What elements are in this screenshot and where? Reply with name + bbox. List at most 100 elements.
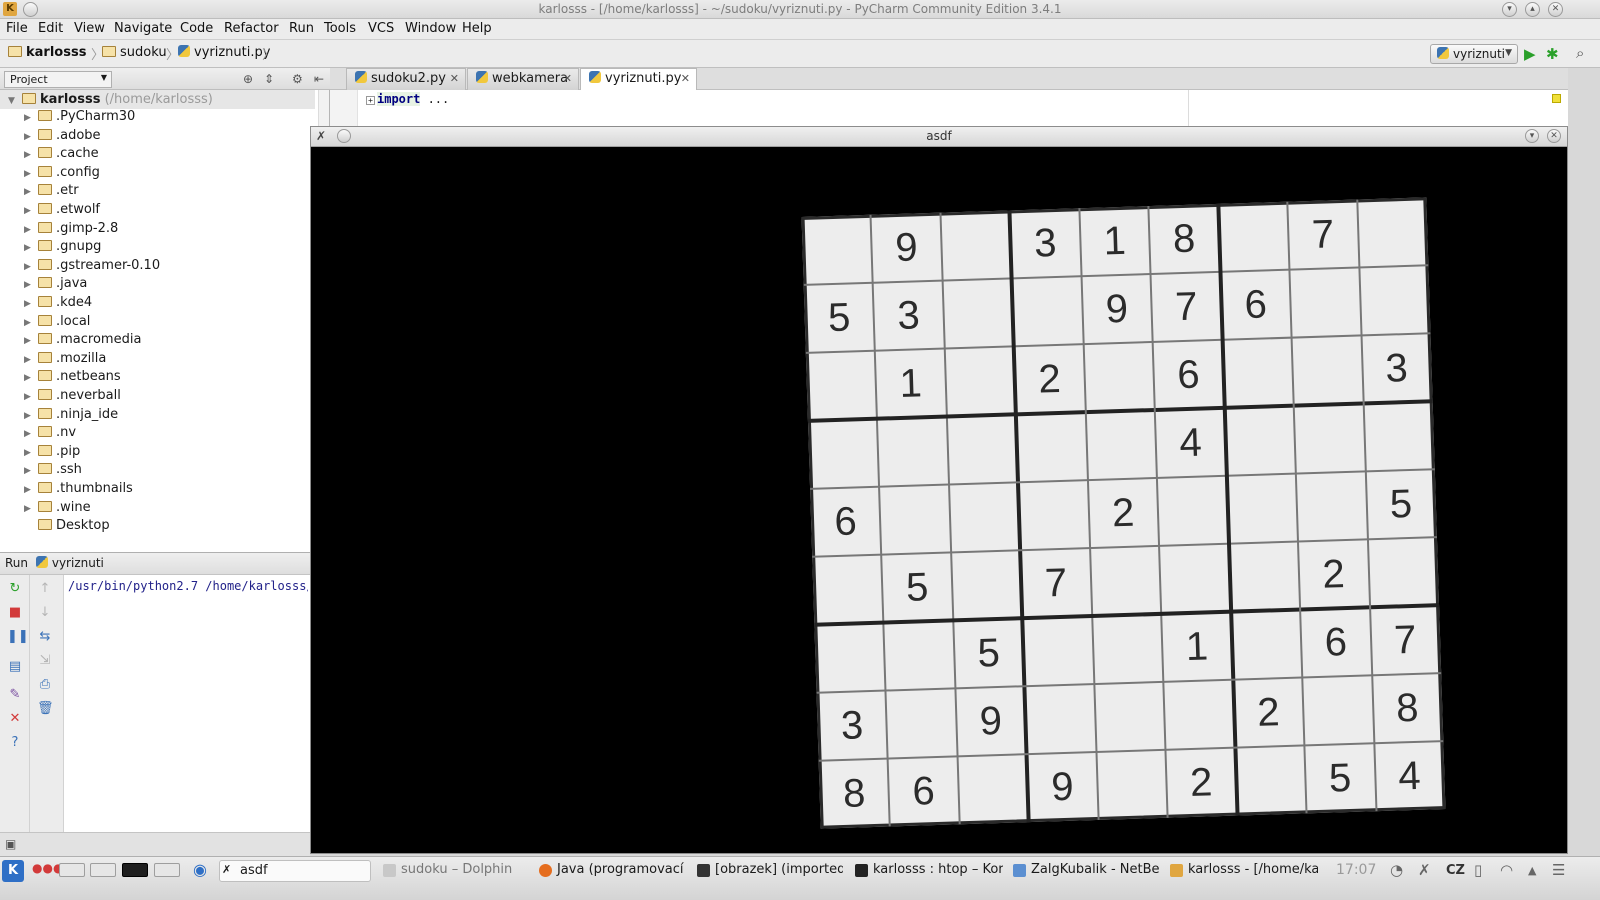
expand-arrow-icon[interactable]: ▶ xyxy=(24,150,38,160)
tree-item[interactable]: ▶ .config xyxy=(24,165,100,184)
keyboard-layout-indicator[interactable]: CZ xyxy=(1446,863,1465,878)
fold-icon[interactable]: + xyxy=(366,96,375,105)
task-firefox[interactable]: Java (programovací xyxy=(537,860,685,882)
debug-icon[interactable]: ✱ xyxy=(1546,45,1559,63)
expand-arrow-icon[interactable]: ▶ xyxy=(24,355,38,365)
help-icon[interactable]: ? xyxy=(7,735,23,751)
tool-windows-icon[interactable]: ▣ xyxy=(5,837,16,851)
kde-menu-icon[interactable]: K xyxy=(2,860,24,882)
tree-item[interactable]: ▶ .cache xyxy=(24,146,99,165)
breadcrumb-sudoku[interactable]: sudoku xyxy=(102,45,167,60)
rerun-icon[interactable]: ↻ xyxy=(7,581,23,597)
expand-arrow-icon[interactable]: ▶ xyxy=(24,373,38,383)
network-globe-icon[interactable]: ◉ xyxy=(193,860,207,879)
tree-item[interactable]: ▶ .gstreamer-0.10 xyxy=(24,258,160,277)
run-icon[interactable]: ▶ xyxy=(1524,45,1536,63)
tree-root[interactable]: ▼ karlosss (/home/karlosss) xyxy=(0,90,315,109)
target-icon[interactable]: ⊕ xyxy=(243,72,253,86)
expand-arrow-icon[interactable]: ▶ xyxy=(24,299,38,309)
expanded-arrow-icon[interactable]: ▼ xyxy=(8,96,22,106)
collapse-icon[interactable]: ⇕ xyxy=(264,72,274,86)
tree-item[interactable]: ▶ .gimp-2.8 xyxy=(24,221,118,240)
menu-run[interactable]: Run xyxy=(289,21,314,36)
menu-help[interactable]: Help xyxy=(462,21,492,36)
tree-item[interactable]: ▶ .neverball xyxy=(24,388,121,407)
task-asdf[interactable]: ✗ asdf xyxy=(219,860,371,882)
menu-edit[interactable]: Edit xyxy=(38,21,63,36)
warning-marker-icon[interactable] xyxy=(1552,94,1561,103)
tree-item[interactable]: ▶ .netbeans xyxy=(24,369,121,388)
tree-item[interactable]: ▶ .ssh xyxy=(24,462,82,481)
close-tab-icon[interactable]: ✕ xyxy=(681,72,690,85)
tree-item[interactable]: ▶ .ninja_ide xyxy=(24,407,118,426)
maximize-button[interactable]: ▴ xyxy=(1525,2,1540,17)
gear-icon[interactable]: ⚙ xyxy=(292,72,303,86)
pause-icon[interactable]: ❚❚ xyxy=(7,629,29,645)
tray-expand-icon[interactable]: ▲ xyxy=(1528,864,1536,877)
expand-arrow-icon[interactable]: ▶ xyxy=(24,336,38,346)
expand-arrow-icon[interactable]: ▶ xyxy=(24,225,38,235)
minimize-button[interactable]: ▾ xyxy=(1502,2,1517,17)
menu-refactor[interactable]: Refactor xyxy=(224,21,279,36)
expand-arrow-icon[interactable]: ▶ xyxy=(24,187,38,197)
expand-arrow-icon[interactable]: ▶ xyxy=(24,169,38,179)
close-icon[interactable]: ✕ xyxy=(7,711,23,727)
menu-code[interactable]: Code xyxy=(180,21,213,36)
close-tab-icon[interactable]: ✕ xyxy=(563,72,572,85)
trash-icon[interactable]: 🗑 xyxy=(37,701,54,717)
wifi-icon[interactable]: ◠ xyxy=(1500,861,1513,879)
scroll-end-icon[interactable]: ⇲ xyxy=(37,653,53,669)
menu-tools[interactable]: Tools xyxy=(324,21,356,36)
expand-arrow-icon[interactable]: ▶ xyxy=(24,262,38,272)
notifications-icon[interactable]: ☰ xyxy=(1552,861,1565,879)
expand-arrow-icon[interactable]: ▶ xyxy=(24,504,38,514)
tree-item[interactable]: ▶ .wine xyxy=(24,500,91,519)
task-netbeans[interactable]: ZalgKubalik - NetBe xyxy=(1011,860,1161,882)
tree-item[interactable]: ▶ .adobe xyxy=(24,128,101,147)
run-config-select[interactable]: vyriznuti ▼ xyxy=(1430,44,1518,64)
tree-item[interactable]: ▶ .etwolf xyxy=(24,202,100,221)
clock[interactable]: 17:07 xyxy=(1336,862,1376,878)
task-pycharm[interactable]: karlosss - [/home/ka xyxy=(1168,860,1318,882)
expand-arrow-icon[interactable]: ▶ xyxy=(24,485,38,495)
image-window[interactable]: ✗ asdf ▾ ✕ 93187539761263462557251673928… xyxy=(310,126,1568,854)
expand-arrow-icon[interactable]: ▶ xyxy=(24,113,38,123)
tree-item[interactable]: ▶ .local xyxy=(24,314,90,333)
hide-panel-icon[interactable]: ⇤ xyxy=(314,72,324,86)
tree-item[interactable]: ▶ .etr xyxy=(24,183,79,202)
close-button[interactable]: ✕ xyxy=(1548,2,1563,17)
expand-arrow-icon[interactable]: ▶ xyxy=(24,318,38,328)
tab-webkamera[interactable]: webkamera ✕ xyxy=(467,68,579,90)
expand-arrow-icon[interactable]: ▶ xyxy=(24,448,38,458)
tree-item[interactable]: ▶ .mozilla xyxy=(24,351,106,370)
expand-arrow-icon[interactable]: ▶ xyxy=(24,411,38,421)
search-icon[interactable]: ⌕ xyxy=(1576,44,1584,62)
task-konsole[interactable]: karlosss : htop – Kor xyxy=(853,860,1003,882)
tree-item[interactable]: ▶ .thumbnails xyxy=(24,481,133,500)
tree-item[interactable]: ▶ .java xyxy=(24,276,87,295)
tree-item[interactable]: ▶ .pip xyxy=(24,444,80,463)
up-arrow-icon[interactable]: ↑ xyxy=(37,581,53,597)
expand-arrow-icon[interactable]: ▶ xyxy=(24,243,38,253)
soft-wrap-icon[interactable]: ⇆ xyxy=(37,629,53,645)
desktop-pager-4[interactable] xyxy=(154,863,180,877)
desktop-pager-2[interactable] xyxy=(90,863,116,877)
menu-window[interactable]: Window xyxy=(405,21,456,36)
desktop-pager-1[interactable] xyxy=(59,863,85,877)
menu-vcs[interactable]: VCS xyxy=(368,21,394,36)
breadcrumb-karlosss[interactable]: karlosss xyxy=(8,45,86,60)
stop-icon[interactable]: ■ xyxy=(7,605,23,621)
print-icon[interactable]: ⎙ xyxy=(37,677,53,693)
clipboard-icon[interactable]: ◔ xyxy=(1390,861,1403,879)
expand-arrow-icon[interactable]: ▶ xyxy=(24,280,38,290)
expand-arrow-icon[interactable]: ▶ xyxy=(24,392,38,402)
console-output[interactable]: /usr/bin/python2.7 /home/karlosss/sudoku… xyxy=(68,579,308,593)
battery-icon[interactable]: ▯ xyxy=(1474,861,1482,879)
close-button[interactable]: ✕ xyxy=(1547,129,1561,143)
breadcrumb-vyriznuti[interactable]: vyriznuti.py xyxy=(178,45,270,60)
tab-sudoku2[interactable]: sudoku2.py ✕ xyxy=(346,68,466,90)
close-tab-icon[interactable]: ✕ xyxy=(450,72,459,85)
tree-item[interactable]: ▶ .gnupg xyxy=(24,239,101,258)
expand-arrow-icon[interactable]: ▶ xyxy=(24,429,38,439)
tree-item[interactable]: ▶ .PyCharm30 xyxy=(24,109,135,128)
